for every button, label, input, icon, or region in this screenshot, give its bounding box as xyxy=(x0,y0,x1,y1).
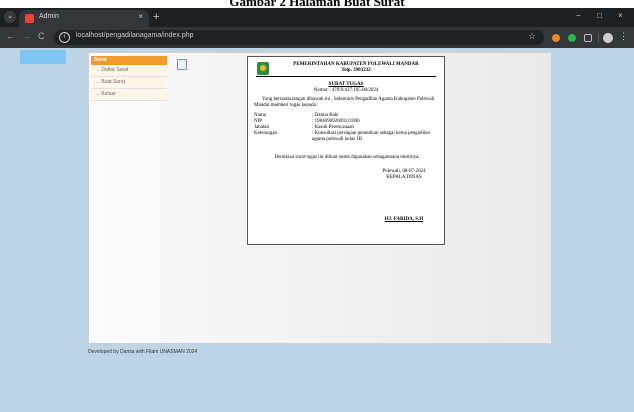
tab-list-button[interactable]: ⌄ xyxy=(4,11,16,23)
signer-name: HJ. FARIDA, S.H xyxy=(384,217,424,222)
profile-avatar[interactable] xyxy=(603,33,613,43)
extension-icon[interactable] xyxy=(568,34,576,42)
extension-icon[interactable] xyxy=(552,34,560,42)
close-window-button[interactable]: × xyxy=(618,11,623,20)
letter-number: Nomor : 470/9/437.105.08/2024 xyxy=(313,88,379,93)
letter-intro: Yang bertanda tangan dibawah ini , Sekre… xyxy=(254,97,435,108)
url-field[interactable]: i localhost/pengadilanagama/index.php ☆ xyxy=(54,30,544,45)
government-emblem-icon xyxy=(257,62,269,75)
url-text: localhost/pengadilanagama/index.php xyxy=(76,32,194,39)
extensions-puzzle-icon[interactable] xyxy=(584,34,592,42)
tab-close-icon[interactable]: × xyxy=(138,12,143,21)
footer-credit: Developed by Damia with Filam UNASMAN 20… xyxy=(88,349,198,355)
signer-title: KEPALA DINAS xyxy=(386,175,422,180)
signature-block: Polewali, 08-07-2024 KEPALA DINAS xyxy=(368,169,440,181)
letter-header: PEMERINTAHAN KABUPATEN POLEWALI MANDAR T… xyxy=(276,62,436,74)
sidebar-item-daftar-surat[interactable]: → Daftar Surat xyxy=(91,65,167,77)
letter-title: SURAT TUGAS xyxy=(328,82,364,87)
letter-fields: Nama: Damia Rahi NIP: 198409092009121006… xyxy=(254,113,440,143)
site-logo[interactable] xyxy=(20,50,66,64)
sidebar-title: Surat xyxy=(91,56,167,65)
caption-text: Gambar 2 Halaman Buat Surat xyxy=(229,0,405,8)
menu-button[interactable]: ⋮ xyxy=(619,31,628,42)
new-tab-button[interactable]: + xyxy=(153,11,159,23)
sidebar-item-keluar[interactable]: → Keluar xyxy=(91,89,167,101)
bookmark-star-icon[interactable]: ☆ xyxy=(528,31,536,42)
header-phone: Telp. 3903232 xyxy=(341,68,371,73)
tab-bar: ⌄ Admin × + − □ × xyxy=(0,8,634,27)
address-bar: ← → C i localhost/pengadilanagama/index.… xyxy=(0,27,634,48)
field-value: : Konsultasi persiapan pelantikan sebaga… xyxy=(312,131,431,142)
field-label: Keterangan xyxy=(254,131,278,136)
sidebar-item-buat-surat[interactable]: → Buat Surat xyxy=(91,77,167,89)
forward-button[interactable]: → xyxy=(22,31,31,41)
site-info-icon[interactable]: i xyxy=(59,32,70,43)
print-icon[interactable] xyxy=(177,59,187,70)
field-row: Keterangan : Konsultasi persiapan pelanti… xyxy=(254,131,440,143)
maximize-button[interactable]: □ xyxy=(597,11,602,20)
browser-tab[interactable]: Admin × xyxy=(19,10,149,27)
figure-caption: Gambar 2 Halaman Buat Surat xyxy=(0,0,634,8)
minimize-button[interactable]: − xyxy=(576,11,581,20)
favicon-icon xyxy=(25,14,34,23)
sidebar-menu: Surat → Daftar Surat → Buat Surat → Kelu… xyxy=(91,56,167,101)
letter-closing: Demikian surat tugas ini dibuat untuk di… xyxy=(274,155,420,160)
toolbar-divider xyxy=(598,33,599,43)
content-panel: Surat → Daftar Surat → Buat Surat → Kelu… xyxy=(88,52,552,344)
reload-button[interactable]: C xyxy=(38,31,45,41)
letter-document: PEMERINTAHAN KABUPATEN POLEWALI MANDAR T… xyxy=(247,56,445,245)
tab-title: Admin xyxy=(39,13,59,20)
back-button[interactable]: ← xyxy=(6,31,15,41)
header-rule xyxy=(256,76,436,77)
page-viewport: Surat → Daftar Surat → Buat Surat → Kelu… xyxy=(0,48,634,412)
